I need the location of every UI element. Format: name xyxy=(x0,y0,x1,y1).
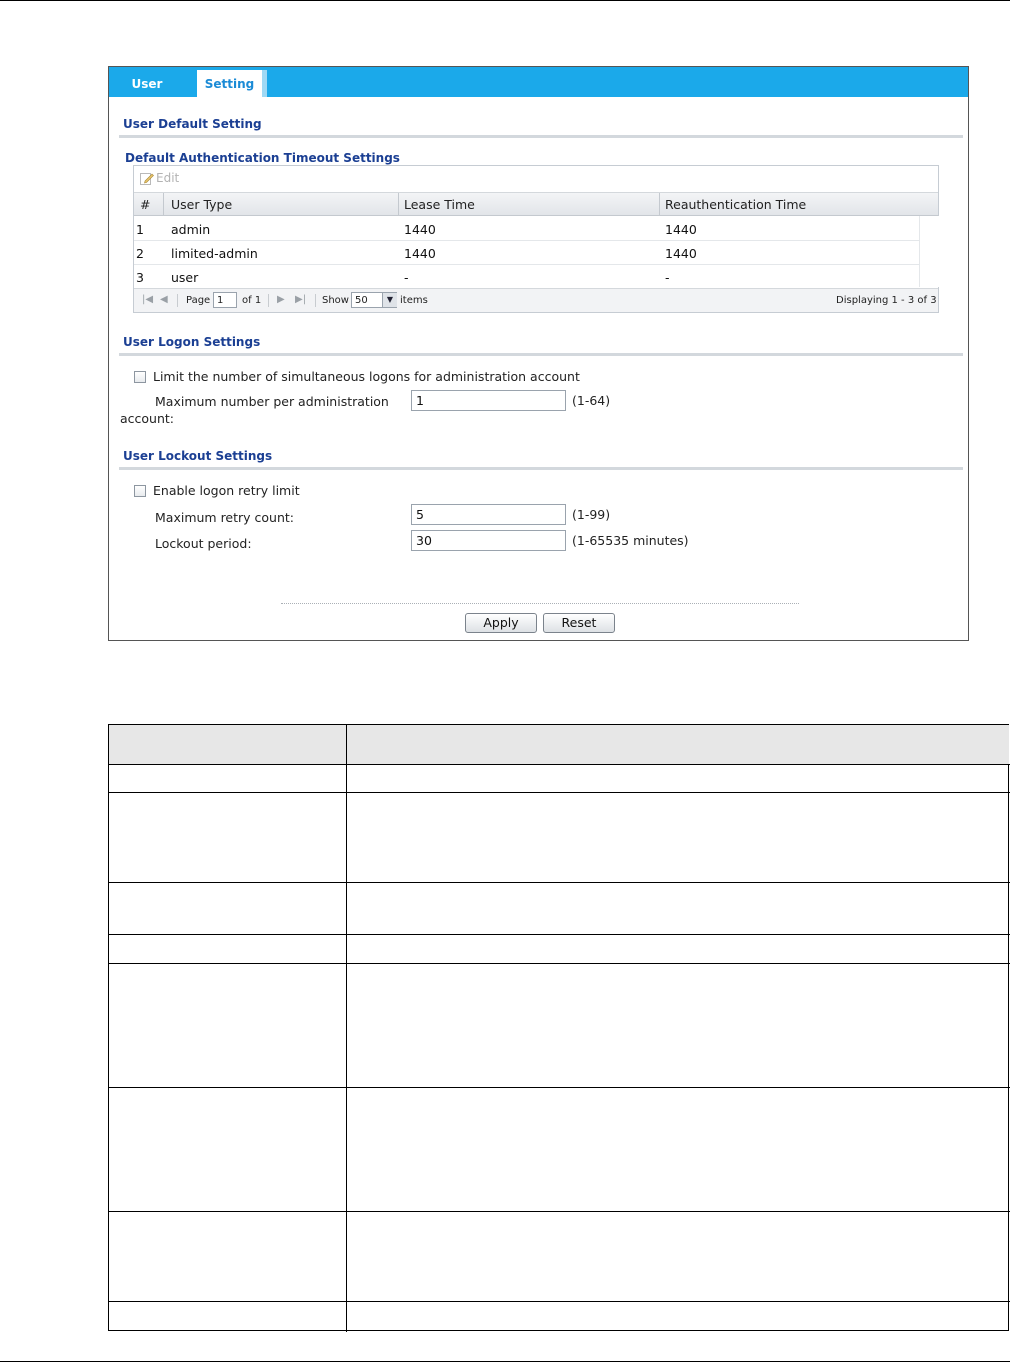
column-divider xyxy=(398,193,399,215)
tab-setting[interactable]: Setting xyxy=(197,70,267,97)
pager-divider xyxy=(268,294,269,307)
enable-retry-limit-label: Enable logon retry limit xyxy=(153,483,300,498)
user-lockout-settings-title: User Lockout Settings xyxy=(123,449,273,463)
table-rule xyxy=(109,1087,1010,1088)
col-header-number[interactable]: # xyxy=(140,197,150,212)
max-per-admin-range: (1-64) xyxy=(572,393,611,408)
page-number-input[interactable]: 1 xyxy=(213,292,237,308)
enable-retry-limit-checkbox[interactable] xyxy=(134,485,146,497)
next-page-icon[interactable]: ▶ xyxy=(277,294,285,305)
button-divider xyxy=(281,603,799,604)
lockout-period-range: (1-65535 minutes) xyxy=(572,533,689,548)
table-row[interactable]: 2 limited-admin 1440 1440 xyxy=(134,241,919,265)
table-header: # User Type Lease Time Reauthentication … xyxy=(134,192,938,216)
row-user-type: admin xyxy=(171,222,211,237)
row-number: 1 xyxy=(136,222,144,237)
table-rule xyxy=(109,882,1010,883)
chevron-down-icon[interactable]: ▼ xyxy=(382,293,397,307)
row-reauth-time: 1440 xyxy=(665,246,697,261)
show-label: Show xyxy=(322,295,349,306)
apply-button[interactable]: Apply xyxy=(465,613,537,633)
column-divider xyxy=(163,193,164,215)
description-table-border xyxy=(108,724,1010,1332)
user-logon-settings-title: User Logon Settings xyxy=(123,335,261,349)
displaying-count: Displaying 1 - 3 of 3 xyxy=(836,295,937,306)
row-lease-time: 1440 xyxy=(404,246,436,261)
row-lease-time: 1440 xyxy=(404,222,436,237)
first-page-icon[interactable]: |◀ xyxy=(142,294,153,305)
col-header-reauth-time[interactable]: Reauthentication Time xyxy=(665,197,806,212)
section-divider xyxy=(119,353,963,356)
user-default-setting-title: User Default Setting xyxy=(123,117,262,131)
max-per-admin-label-cont: account: xyxy=(120,411,175,426)
table-rule xyxy=(109,764,1010,765)
table-pager: |◀ ◀ Page 1 of 1 ▶ ▶| Show 50 ▼ items Di… xyxy=(134,288,938,312)
row-lease-time: - xyxy=(404,270,409,285)
section-divider xyxy=(119,467,963,470)
lockout-period-label: Lockout period: xyxy=(155,536,252,551)
row-user-type: limited-admin xyxy=(171,246,258,261)
edit-button[interactable]: Edit xyxy=(156,171,179,185)
table-scrollbar-track xyxy=(919,216,939,287)
table-column-rule xyxy=(346,725,347,1332)
col-header-user-type[interactable]: User Type xyxy=(171,197,232,212)
section-divider xyxy=(119,135,963,138)
tab-user[interactable]: User xyxy=(117,70,177,97)
description-table xyxy=(108,724,1010,1332)
timeout-table: Edit # User Type Lease Time Reauthentica… xyxy=(133,165,939,313)
table-row[interactable]: 3 user - - xyxy=(134,265,919,289)
max-per-admin-field[interactable]: 1 xyxy=(411,390,566,411)
pager-divider xyxy=(315,294,316,307)
limit-logons-label: Limit the number of simultaneous logons … xyxy=(153,369,580,384)
table-rule xyxy=(109,963,1010,964)
row-reauth-time: 1440 xyxy=(665,222,697,237)
description-table-header xyxy=(109,725,1009,764)
table-rule xyxy=(109,1301,1010,1302)
col-header-lease-time[interactable]: Lease Time xyxy=(404,197,475,212)
row-reauth-time: - xyxy=(665,270,670,285)
last-page-icon[interactable]: ▶| xyxy=(295,294,306,305)
table-toolbar: Edit xyxy=(134,166,938,192)
row-user-type: user xyxy=(171,270,199,285)
table-rule xyxy=(109,934,1010,935)
page-of-label: of 1 xyxy=(242,295,262,306)
table-row[interactable]: 1 admin 1440 1440 xyxy=(134,217,919,241)
table-rule xyxy=(109,1211,1010,1212)
max-per-admin-label: Maximum number per administration xyxy=(155,394,389,409)
reset-button[interactable]: Reset xyxy=(543,613,615,633)
tab-bar: User Setting xyxy=(109,67,968,97)
timeout-settings-title: Default Authentication Timeout Settings xyxy=(125,151,400,165)
items-label: items xyxy=(400,295,428,306)
prev-page-icon[interactable]: ◀ xyxy=(160,294,168,305)
row-number: 2 xyxy=(136,246,144,261)
column-divider xyxy=(659,193,660,215)
page-label: Page xyxy=(186,295,211,306)
page-bottom-rule xyxy=(0,1361,1010,1362)
limit-logons-checkbox[interactable] xyxy=(134,371,146,383)
page-top-rule xyxy=(0,0,1010,1)
settings-panel: User Setting User Default Setting Defaul… xyxy=(108,66,969,641)
edit-icon xyxy=(140,173,154,185)
max-retry-count-range: (1-99) xyxy=(572,507,611,522)
max-retry-count-label: Maximum retry count: xyxy=(155,510,295,525)
pager-divider xyxy=(177,294,178,307)
max-retry-count-field[interactable]: 5 xyxy=(411,504,566,525)
lockout-period-field[interactable]: 30 xyxy=(411,530,566,551)
row-number: 3 xyxy=(136,270,144,285)
table-rule xyxy=(109,792,1010,793)
